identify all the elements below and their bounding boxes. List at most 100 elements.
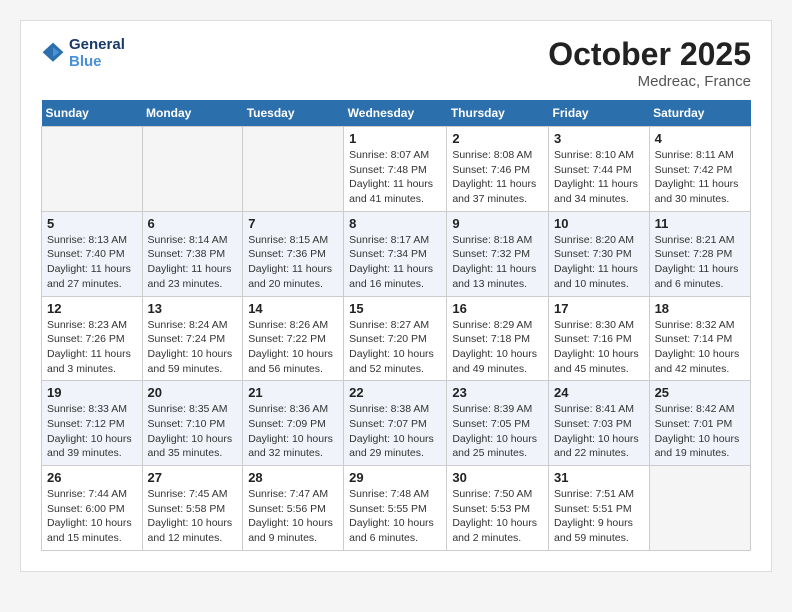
day-number: 10 [554, 216, 644, 231]
day-info: Sunrise: 8:29 AM Sunset: 7:18 PM Dayligh… [452, 318, 543, 377]
day-info: Sunrise: 8:13 AM Sunset: 7:40 PM Dayligh… [47, 233, 137, 292]
day-cell: 25Sunrise: 8:42 AM Sunset: 7:01 PM Dayli… [649, 381, 750, 466]
day-number: 8 [349, 216, 441, 231]
weekday-header-saturday: Saturday [649, 100, 750, 127]
day-number: 31 [554, 470, 644, 485]
weekday-header-friday: Friday [549, 100, 650, 127]
day-number: 11 [655, 216, 745, 231]
day-cell: 23Sunrise: 8:39 AM Sunset: 7:05 PM Dayli… [447, 381, 549, 466]
week-row-0: 1 Sunrise: 8:07 AM Sunset: 7:48 PM Daylig… [42, 127, 751, 212]
weekday-header-thursday: Thursday [447, 100, 549, 127]
calendar-page: General Blue October 2025 Medreac, Franc… [20, 20, 772, 572]
day-cell: 3 Sunrise: 8:10 AM Sunset: 7:44 PM Daylig… [549, 127, 650, 212]
day-cell: 24 Sunrise: 8:41 AM Sunset: 7:03 PM Dayli… [549, 381, 650, 466]
day-cell: 31 Sunrise: 7:51 AM Sunset: 5:51 PM Dayli… [549, 466, 650, 551]
day-cell: 17 Sunrise: 8:30 AM Sunset: 7:16 PM Dayli… [549, 296, 650, 381]
day-number: 26 [47, 470, 137, 485]
day-cell: 22 Sunrise: 8:38 AM Sunset: 7:07 PM Dayli… [344, 381, 447, 466]
day-number: 14 [248, 301, 338, 316]
day-cell [649, 466, 750, 551]
day-number: 19 [47, 385, 137, 400]
week-row-2: 12 Sunrise: 8:23 AM Sunset: 7:26 PM Dayli… [42, 296, 751, 381]
logo-icon [41, 41, 65, 65]
location: Medreac, France [548, 73, 751, 90]
day-info: Sunrise: 8:23 AM Sunset: 7:26 PM Dayligh… [47, 318, 137, 377]
day-info: Sunrise: 7:50 AM Sunset: 5:53 PM Dayligh… [452, 487, 543, 546]
day-info: Sunrise: 8:38 AM Sunset: 7:07 PM Dayligh… [349, 402, 441, 461]
day-cell: 20 Sunrise: 8:35 AM Sunset: 7:10 PM Dayli… [142, 381, 243, 466]
day-info: Sunrise: 7:51 AM Sunset: 5:51 PM Dayligh… [554, 487, 644, 546]
day-number: 20 [148, 385, 238, 400]
weekday-header-monday: Monday [142, 100, 243, 127]
day-cell: 26 Sunrise: 7:44 AM Sunset: 6:00 PM Dayli… [42, 466, 143, 551]
day-info: Sunrise: 8:27 AM Sunset: 7:20 PM Dayligh… [349, 318, 441, 377]
day-number: 1 [349, 131, 441, 146]
day-number: 17 [554, 301, 644, 316]
day-number: 23 [452, 385, 543, 400]
day-info: Sunrise: 7:47 AM Sunset: 5:56 PM Dayligh… [248, 487, 338, 546]
day-info: Sunrise: 8:35 AM Sunset: 7:10 PM Dayligh… [148, 402, 238, 461]
day-cell: 28 Sunrise: 7:47 AM Sunset: 5:56 PM Dayli… [243, 466, 344, 551]
weekday-header-tuesday: Tuesday [243, 100, 344, 127]
day-number: 7 [248, 216, 338, 231]
day-cell: 29Sunrise: 7:48 AM Sunset: 5:55 PM Dayli… [344, 466, 447, 551]
day-number: 5 [47, 216, 137, 231]
day-number: 27 [148, 470, 238, 485]
day-cell: 11Sunrise: 8:21 AM Sunset: 7:28 PM Dayli… [649, 211, 750, 296]
day-cell: 10 Sunrise: 8:20 AM Sunset: 7:30 PM Dayli… [549, 211, 650, 296]
day-number: 6 [148, 216, 238, 231]
day-cell [243, 127, 344, 212]
day-cell: 18 Sunrise: 8:32 AM Sunset: 7:14 PM Dayli… [649, 296, 750, 381]
day-cell: 30Sunrise: 7:50 AM Sunset: 5:53 PM Dayli… [447, 466, 549, 551]
calendar-table: SundayMondayTuesdayWednesdayThursdayFrid… [41, 100, 751, 551]
day-number: 4 [655, 131, 745, 146]
day-number: 18 [655, 301, 745, 316]
month-title: October 2025 [548, 36, 751, 73]
page-header: General Blue October 2025 Medreac, Franc… [41, 36, 751, 90]
day-info: Sunrise: 8:08 AM Sunset: 7:46 PM Dayligh… [452, 148, 543, 207]
day-info: Sunrise: 8:20 AM Sunset: 7:30 PM Dayligh… [554, 233, 644, 292]
day-cell: 2Sunrise: 8:08 AM Sunset: 7:46 PM Daylig… [447, 127, 549, 212]
day-info: Sunrise: 8:11 AM Sunset: 7:42 PM Dayligh… [655, 148, 745, 207]
day-info: Sunrise: 7:44 AM Sunset: 6:00 PM Dayligh… [47, 487, 137, 546]
day-cell [142, 127, 243, 212]
day-number: 21 [248, 385, 338, 400]
day-cell: 1 Sunrise: 8:07 AM Sunset: 7:48 PM Daylig… [344, 127, 447, 212]
weekday-header-row: SundayMondayTuesdayWednesdayThursdayFrid… [42, 100, 751, 127]
day-cell: 12 Sunrise: 8:23 AM Sunset: 7:26 PM Dayli… [42, 296, 143, 381]
day-info: Sunrise: 8:26 AM Sunset: 7:22 PM Dayligh… [248, 318, 338, 377]
day-info: Sunrise: 8:30 AM Sunset: 7:16 PM Dayligh… [554, 318, 644, 377]
week-row-1: 5 Sunrise: 8:13 AM Sunset: 7:40 PM Daylig… [42, 211, 751, 296]
day-info: Sunrise: 7:48 AM Sunset: 5:55 PM Dayligh… [349, 487, 441, 546]
day-cell: 9 Sunrise: 8:18 AM Sunset: 7:32 PM Daylig… [447, 211, 549, 296]
weekday-header-wednesday: Wednesday [344, 100, 447, 127]
day-number: 24 [554, 385, 644, 400]
day-info: Sunrise: 8:41 AM Sunset: 7:03 PM Dayligh… [554, 402, 644, 461]
day-info: Sunrise: 8:07 AM Sunset: 7:48 PM Dayligh… [349, 148, 441, 207]
day-info: Sunrise: 8:36 AM Sunset: 7:09 PM Dayligh… [248, 402, 338, 461]
day-info: Sunrise: 8:10 AM Sunset: 7:44 PM Dayligh… [554, 148, 644, 207]
day-cell: 6 Sunrise: 8:14 AM Sunset: 7:38 PM Daylig… [142, 211, 243, 296]
day-number: 9 [452, 216, 543, 231]
week-row-4: 26 Sunrise: 7:44 AM Sunset: 6:00 PM Dayli… [42, 466, 751, 551]
day-number: 13 [148, 301, 238, 316]
day-cell: 4 Sunrise: 8:11 AM Sunset: 7:42 PM Daylig… [649, 127, 750, 212]
day-number: 3 [554, 131, 644, 146]
day-cell: 13 Sunrise: 8:24 AM Sunset: 7:24 PM Dayli… [142, 296, 243, 381]
week-row-3: 19Sunrise: 8:33 AM Sunset: 7:12 PM Dayli… [42, 381, 751, 466]
day-number: 22 [349, 385, 441, 400]
logo-text: General Blue [69, 36, 125, 70]
day-info: Sunrise: 8:14 AM Sunset: 7:38 PM Dayligh… [148, 233, 238, 292]
day-number: 28 [248, 470, 338, 485]
day-cell: 16 Sunrise: 8:29 AM Sunset: 7:18 PM Dayli… [447, 296, 549, 381]
day-info: Sunrise: 8:18 AM Sunset: 7:32 PM Dayligh… [452, 233, 543, 292]
day-info: Sunrise: 8:15 AM Sunset: 7:36 PM Dayligh… [248, 233, 338, 292]
day-number: 16 [452, 301, 543, 316]
day-cell: 19Sunrise: 8:33 AM Sunset: 7:12 PM Dayli… [42, 381, 143, 466]
day-number: 12 [47, 301, 137, 316]
day-number: 25 [655, 385, 745, 400]
day-info: Sunrise: 8:32 AM Sunset: 7:14 PM Dayligh… [655, 318, 745, 377]
day-info: Sunrise: 7:45 AM Sunset: 5:58 PM Dayligh… [148, 487, 238, 546]
day-info: Sunrise: 8:24 AM Sunset: 7:24 PM Dayligh… [148, 318, 238, 377]
day-cell: 21 Sunrise: 8:36 AM Sunset: 7:09 PM Dayli… [243, 381, 344, 466]
